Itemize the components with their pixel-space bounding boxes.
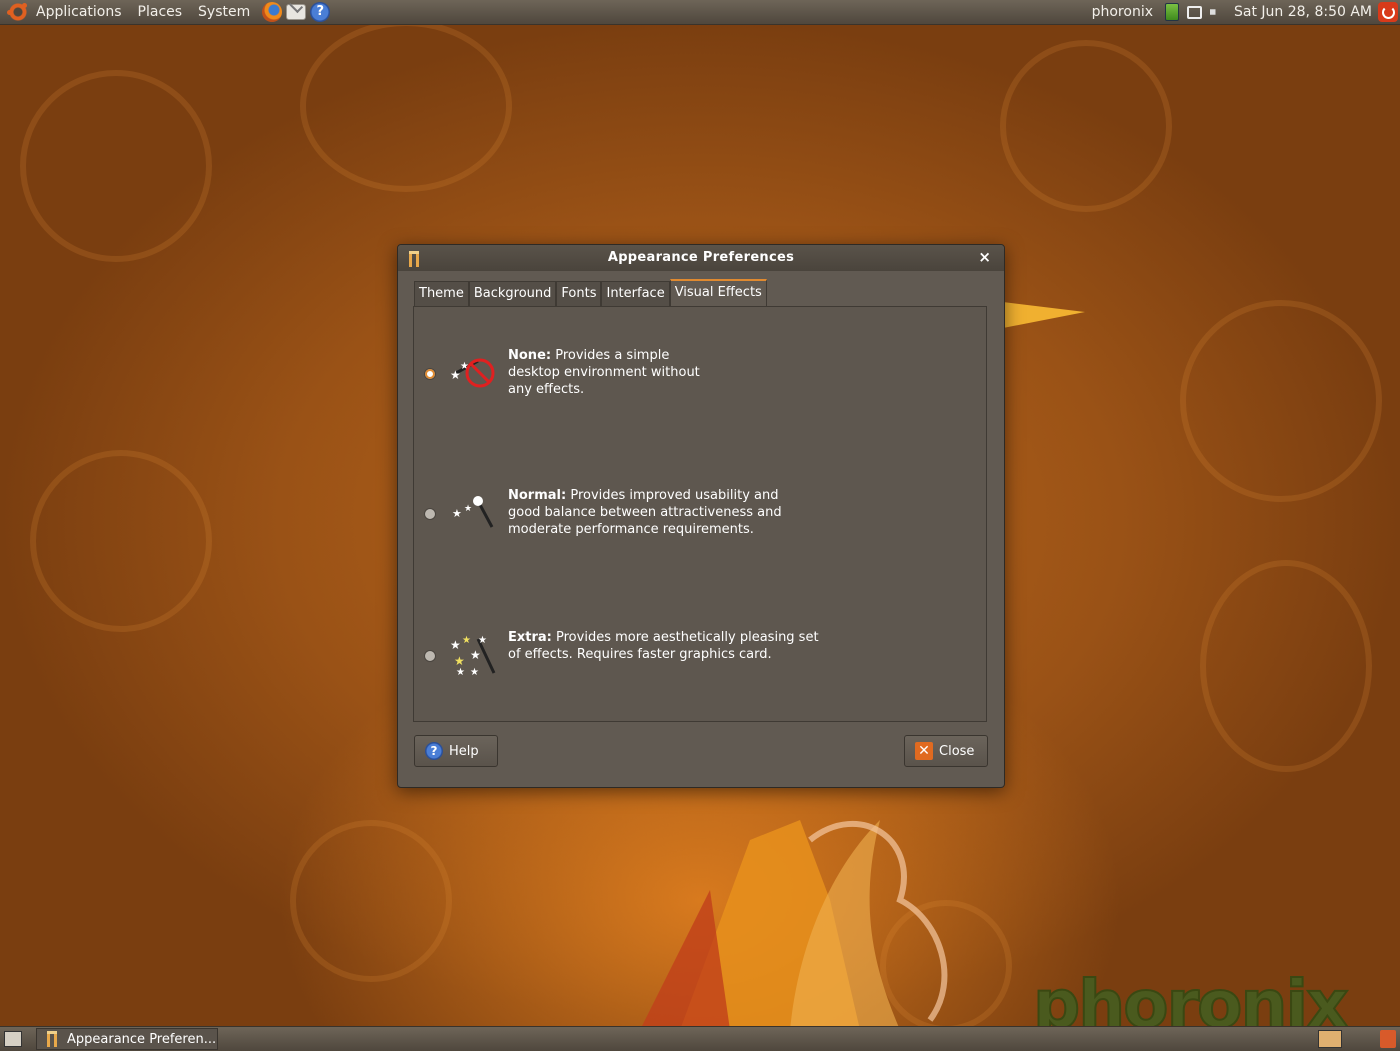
help-icon: ? [425, 742, 443, 760]
option-normal-line2: good balance between attractiveness and [508, 505, 782, 520]
wallpaper-swirl [1180, 300, 1382, 502]
option-extra-line2: of effects. Requires faster graphics car… [508, 647, 772, 662]
svg-text:★: ★ [462, 635, 471, 646]
no-effects-icon: ★ ★ [450, 358, 495, 388]
help-icon[interactable]: ? [310, 2, 331, 22]
close-icon: ✕ [915, 742, 933, 760]
wallpaper-swirl [1000, 40, 1172, 212]
user-name[interactable]: phoronix [1084, 0, 1161, 24]
radio-none[interactable] [424, 368, 436, 380]
ubuntu-logo-icon[interactable] [7, 2, 28, 22]
option-none-line3: any effects. [508, 382, 585, 397]
help-button[interactable]: ? Help [414, 735, 498, 767]
option-none-line1: Provides a simple [555, 348, 670, 363]
extra-effects-icon: ★ ★ ★ ★ ★ ★ ★ [450, 635, 496, 677]
option-extra-key: Extra: [508, 630, 552, 645]
power-icon[interactable] [1378, 2, 1398, 22]
volume-icon[interactable] [1210, 5, 1222, 19]
wallpaper-beak [1003, 302, 1085, 328]
battery-icon[interactable] [1165, 3, 1179, 21]
appearance-preferences-dialog: Appearance Preferences × Theme Backgroun… [397, 244, 1005, 788]
dialog-titlebar[interactable]: Appearance Preferences × [398, 245, 1004, 271]
svg-text:★: ★ [470, 648, 481, 662]
wallpaper-swirl [20, 70, 212, 262]
svg-text:★: ★ [452, 507, 462, 520]
close-button[interactable]: ✕ Close [904, 735, 988, 767]
normal-effects-icon: ★ ★ [452, 496, 494, 528]
firefox-icon[interactable] [262, 2, 283, 22]
option-none-text: None: Provides a simple desktop environm… [508, 347, 700, 398]
option-extra-line1: Provides more aesthetically pleasing set [556, 630, 819, 645]
svg-text:★: ★ [478, 635, 487, 646]
radio-extra[interactable] [424, 650, 436, 662]
window-close-icon[interactable]: × [978, 248, 991, 266]
tab-bar: Theme Background Fonts Interface Visual … [414, 279, 767, 309]
svg-text:★: ★ [450, 638, 461, 652]
option-normal-line1: Provides improved usability and [570, 488, 779, 503]
show-desktop-icon[interactable] [4, 1031, 22, 1047]
network-icon[interactable] [1187, 5, 1202, 19]
tab-fonts[interactable]: Fonts [556, 281, 602, 308]
option-normal[interactable]: ★ ★ Normal: Provides improved usability … [424, 487, 964, 547]
wallpaper-swirl [30, 450, 212, 632]
dialog-title: Appearance Preferences [607, 250, 795, 265]
clock[interactable]: Sat Jun 28, 8:50 AM [1228, 4, 1378, 20]
bottom-panel: Appearance Preferen... [0, 1026, 1400, 1051]
svg-text:★: ★ [470, 667, 479, 677]
appearance-app-icon [47, 1031, 57, 1047]
option-extra-text: Extra: Provides more aesthetically pleas… [508, 629, 819, 663]
taskbar-button-label: Appearance Preferen... [67, 1031, 217, 1047]
trash-icon[interactable] [1380, 1030, 1396, 1048]
top-panel: Applications Places System ? phoronix Sa… [0, 0, 1400, 25]
option-none-line2: desktop environment without [508, 365, 700, 380]
workspace-switcher[interactable] [1318, 1030, 1342, 1048]
taskbar-button-appearance[interactable]: Appearance Preferen... [36, 1028, 218, 1050]
svg-text:★: ★ [464, 504, 472, 514]
wallpaper-swirl [300, 20, 512, 192]
option-none[interactable]: ★ ★ None: Provides a simple desktop envi… [424, 347, 964, 407]
option-normal-text: Normal: Provides improved usability and … [508, 487, 782, 538]
option-normal-key: Normal: [508, 488, 567, 503]
option-normal-line3: moderate performance requirements. [508, 522, 754, 537]
svg-text:★: ★ [456, 667, 465, 677]
wallpaper-bird-art [640, 820, 948, 1030]
menu-places[interactable]: Places [130, 0, 191, 24]
option-none-key: None: [508, 348, 552, 363]
menu-applications[interactable]: Applications [28, 0, 130, 24]
option-extra[interactable]: ★ ★ ★ ★ ★ ★ ★ Extra: Provides more aesth… [424, 629, 964, 689]
tab-visual-effects[interactable]: Visual Effects [669, 279, 767, 309]
close-button-label: Close [939, 743, 975, 759]
wallpaper-swirl [290, 820, 452, 982]
svg-text:★: ★ [454, 654, 465, 668]
radio-normal[interactable] [424, 508, 436, 520]
wallpaper-swirl [1200, 560, 1372, 772]
tab-interface[interactable]: Interface [601, 281, 670, 308]
tab-background[interactable]: Background [468, 281, 557, 308]
menu-system[interactable]: System [190, 0, 258, 24]
help-button-label: Help [449, 743, 479, 759]
tab-theme[interactable]: Theme [414, 281, 469, 308]
visual-effects-panel: ★ ★ None: Provides a simple desktop envi… [413, 306, 987, 722]
mail-icon[interactable] [286, 4, 307, 20]
